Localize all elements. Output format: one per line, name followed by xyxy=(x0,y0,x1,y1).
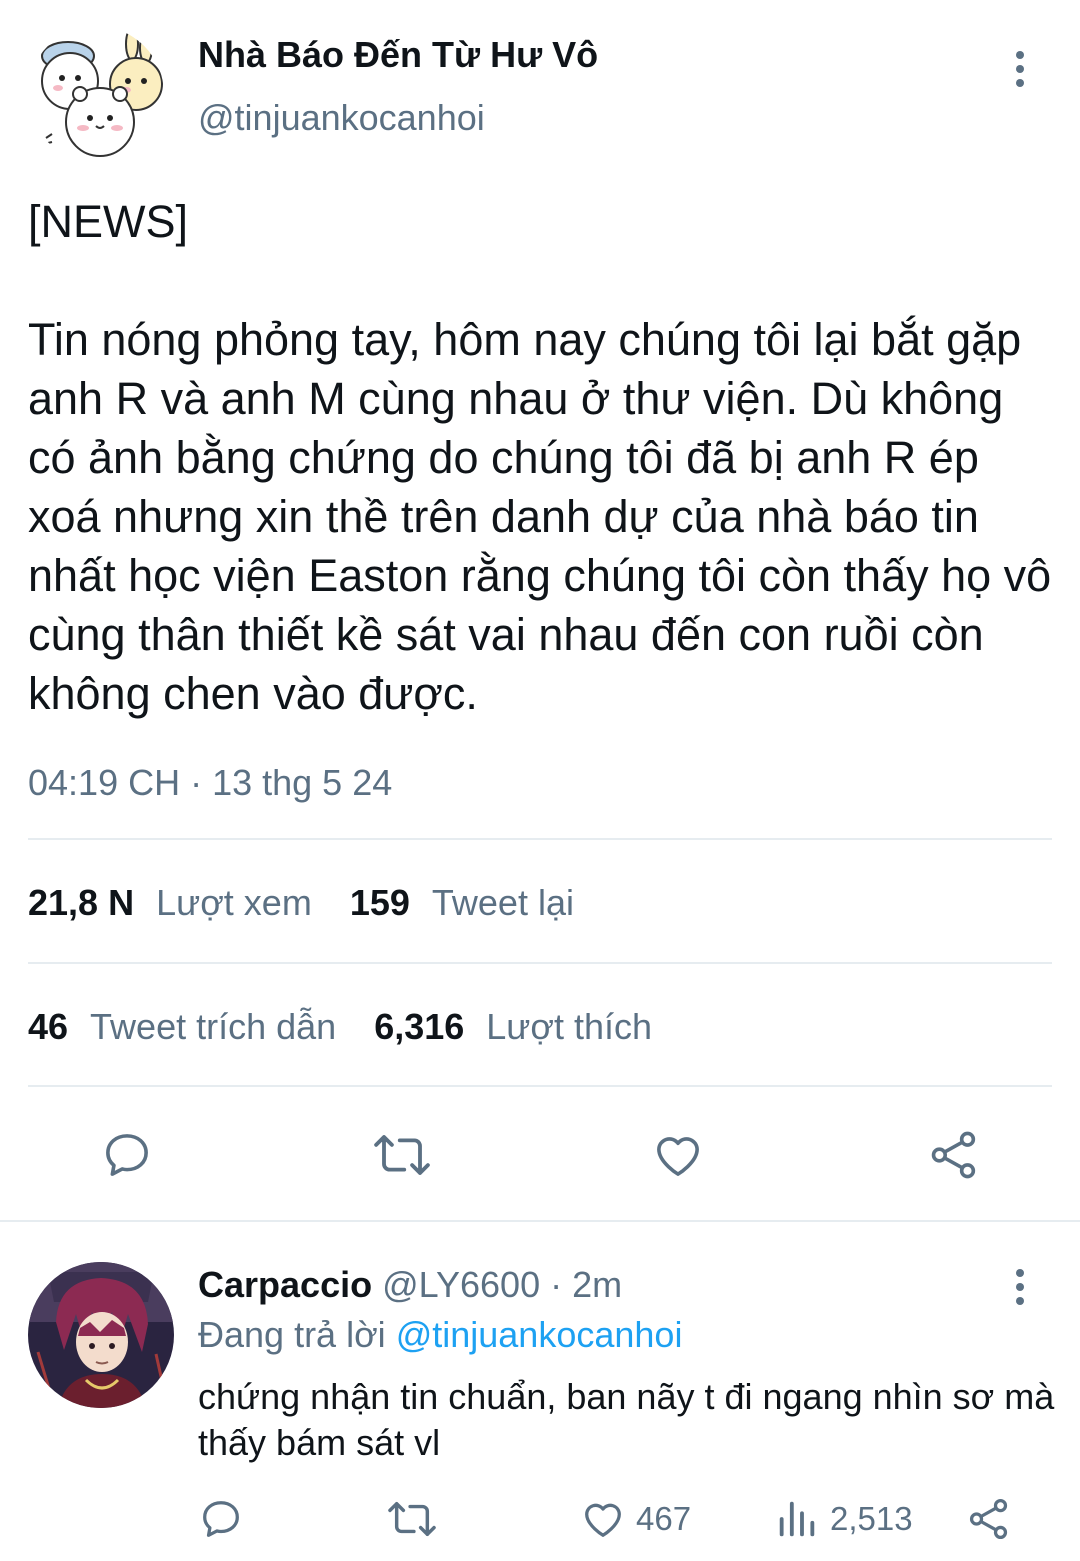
share-icon xyxy=(969,1498,1008,1540)
reply-author-handle[interactable]: @LY6600 xyxy=(382,1264,540,1305)
retweets-count[interactable]: 159 xyxy=(350,882,410,924)
retweet-icon[interactable] xyxy=(370,1128,434,1182)
stats-row-quotes-likes: 46 Tweet trích dẫn 6,316 Lượt thích xyxy=(28,997,690,1057)
stats-row-views-retweets: 21,8 N Lượt xem 159 Tweet lại xyxy=(28,873,612,933)
reply-author-name[interactable]: Carpaccio xyxy=(198,1264,372,1305)
tweet-timestamp[interactable]: 04:19 CH · 13 thg 5 24 xyxy=(28,762,392,804)
tweet-text: [NEWS] Tin nóng phỏng tay, hôm nay chúng… xyxy=(28,196,1052,719)
likes-count[interactable]: 6,316 xyxy=(374,1006,464,1048)
likes-label[interactable]: Lượt thích xyxy=(486,1006,652,1048)
reply-header: Carpaccio @LY6600 · 2m xyxy=(198,1264,622,1306)
replying-to-line: Đang trả lời @tinjuankocanhoi xyxy=(198,1314,682,1356)
reply-reply-button[interactable] xyxy=(198,1494,244,1544)
reply-views-button[interactable]: 2,513 xyxy=(774,1494,913,1544)
reply-like-button[interactable]: 467 xyxy=(580,1494,691,1544)
reply-time[interactable]: 2m xyxy=(572,1264,622,1305)
share-icon[interactable] xyxy=(926,1128,982,1182)
views-chart-icon xyxy=(779,1501,815,1537)
reply-like-count: 467 xyxy=(636,1500,692,1537)
more-dot-icon xyxy=(1016,1269,1024,1277)
views-label: Lượt xem xyxy=(156,882,312,923)
more-options-button[interactable] xyxy=(1000,44,1040,94)
section-separator xyxy=(0,1220,1080,1222)
views-count: 21,8 N xyxy=(28,882,135,923)
more-dot-icon xyxy=(1016,79,1024,87)
more-dot-icon xyxy=(1016,1283,1024,1291)
divider xyxy=(28,838,1052,840)
divider xyxy=(28,962,1052,964)
quotes-label[interactable]: Tweet trích dẫn xyxy=(90,1006,336,1048)
author-handle[interactable]: @tinjuankocanhoi xyxy=(198,97,485,139)
reply-icon[interactable] xyxy=(100,1128,154,1182)
more-dot-icon xyxy=(1016,65,1024,73)
reply-icon xyxy=(203,1501,239,1537)
replying-to-link[interactable]: @tinjuankocanhoi xyxy=(396,1314,683,1355)
retweet-icon xyxy=(388,1501,436,1537)
author-avatar[interactable] xyxy=(28,26,164,162)
reply-views-count: 2,513 xyxy=(830,1500,913,1537)
more-dot-icon xyxy=(1016,1297,1024,1305)
quotes-count[interactable]: 46 xyxy=(28,1006,68,1048)
author-name[interactable]: Nhà Báo Đến Từ Hư Vô xyxy=(198,34,598,76)
reply-share-button[interactable] xyxy=(966,1494,1012,1544)
reply-more-options-button[interactable] xyxy=(1000,1262,1040,1312)
reply-meta-separator: · xyxy=(540,1264,573,1305)
like-icon xyxy=(585,1503,621,1537)
replying-prefix: Đang trả lời xyxy=(198,1314,386,1355)
divider xyxy=(28,1085,1052,1087)
more-dot-icon xyxy=(1016,51,1024,59)
retweets-label[interactable]: Tweet lại xyxy=(432,882,574,924)
reply-text: chứng nhận tin chuẩn, ban nãy t đi ngang… xyxy=(198,1376,1055,1463)
reply-retweet-button[interactable] xyxy=(384,1494,440,1544)
like-icon[interactable] xyxy=(650,1128,706,1182)
reply-avatar[interactable] xyxy=(28,1262,174,1408)
